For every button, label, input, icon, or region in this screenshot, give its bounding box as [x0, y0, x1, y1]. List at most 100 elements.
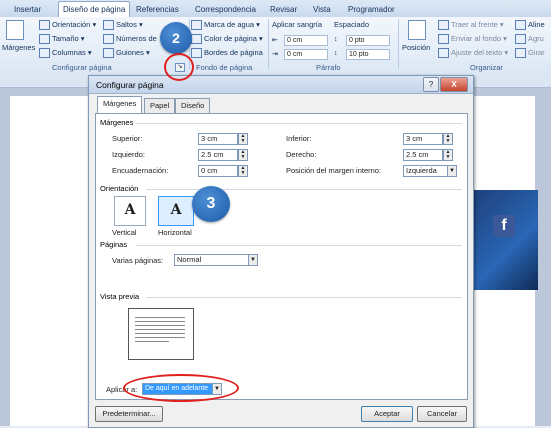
rotate-icon	[515, 48, 526, 59]
facebook-icon: f	[493, 215, 515, 237]
gutter-input[interactable]: 0 cm	[198, 165, 238, 177]
section-divider	[146, 189, 462, 190]
step-3-callout: 3	[192, 186, 230, 222]
multiple-pages-label: Varias páginas:	[112, 256, 164, 265]
right-margin-input[interactable]: 2.5 cm	[403, 149, 443, 161]
left-margin-label: Izquierdo:	[112, 150, 145, 159]
background-group-label: Fondo de página	[196, 63, 253, 72]
hyphenation-icon	[103, 48, 114, 59]
landscape-icon: A	[170, 202, 182, 218]
line-numbers-icon	[103, 34, 114, 45]
section-divider	[136, 245, 462, 246]
set-default-button[interactable]: Predeterminar...	[95, 406, 163, 422]
portrait-option[interactable]: A	[114, 196, 146, 226]
line-numbers-button[interactable]: Números de línea	[103, 34, 159, 45]
top-margin-input[interactable]: 3 cm	[198, 133, 238, 145]
gutter-position-label: Posición del margen interno:	[286, 166, 382, 175]
breaks-button[interactable]: Saltos ▾	[103, 20, 143, 31]
page-color-button[interactable]: Color de página ▾	[191, 34, 263, 45]
indent-right-input[interactable]: 0 cm	[284, 49, 328, 60]
margins-button-label[interactable]: Márgenes	[2, 43, 35, 53]
send-to-back-button[interactable]: Enviar al fondo ▾	[438, 34, 507, 45]
text-wrap-icon	[438, 48, 449, 59]
apply-to-highlight-ring	[123, 374, 239, 402]
ribbon-tab-bar: Insertar Diseño de página Referencias Co…	[0, 0, 551, 18]
size-button[interactable]: Tamaño ▾	[39, 34, 85, 45]
tab-programador[interactable]: Programador	[348, 3, 395, 16]
bottom-margin-spinner[interactable]: ▲ ▼	[443, 133, 453, 145]
help-button[interactable]: ?	[423, 77, 439, 92]
left-margin-spinner[interactable]: ▲ ▼	[238, 149, 248, 161]
cancel-button[interactable]: Cancelar	[417, 406, 467, 422]
tab-diseno-de-pagina[interactable]: Diseño de página	[58, 1, 131, 18]
watermark-icon	[191, 20, 202, 31]
dialog-titlebar[interactable]: Configurar página ? X	[89, 76, 473, 94]
right-margin-spinner[interactable]: ▲ ▼	[443, 149, 453, 161]
align-button[interactable]: Aline	[515, 20, 545, 31]
orientation-button[interactable]: Orientación ▾	[39, 20, 96, 31]
left-margin-input[interactable]: 2.5 cm	[198, 149, 238, 161]
columns-button[interactable]: Columnas ▾	[39, 48, 92, 59]
align-icon	[515, 20, 526, 31]
position-button-label[interactable]: Posición	[402, 43, 430, 53]
portrait-icon: A	[124, 202, 136, 218]
group-icon	[515, 34, 526, 45]
preview-section-title: Vista previa	[100, 292, 140, 301]
indent-label: Aplicar sangría	[272, 20, 323, 29]
size-icon	[39, 34, 50, 45]
columns-icon	[39, 48, 50, 59]
page-color-icon	[191, 34, 202, 45]
tab-referencias[interactable]: Referencias	[136, 3, 179, 16]
portrait-label: Vertical	[112, 228, 137, 237]
launcher-highlight-ring	[164, 53, 194, 81]
spacing-before-icon: ↕	[334, 36, 338, 43]
section-divider	[136, 123, 462, 124]
margins-section-title: Márgenes	[100, 118, 134, 127]
top-margin-spinner[interactable]: ▲ ▼	[238, 133, 248, 145]
step-2-callout: 2	[160, 22, 192, 54]
margins-panel: Márgenes Superior: 3 cm ▲ ▼ Izquierdo: 2.…	[95, 113, 468, 400]
hyphenation-button[interactable]: Guiones ▾	[103, 48, 150, 59]
page-setup-dialog: Configurar página ? X Márgenes Papel Dis…	[88, 75, 474, 428]
dialog-title: Configurar página	[96, 80, 164, 90]
page-borders-icon	[191, 48, 202, 59]
group-separator	[398, 19, 399, 69]
indent-left-input[interactable]: 0 cm	[284, 35, 328, 46]
bottom-margin-label: Inferior:	[286, 134, 312, 143]
close-button[interactable]: X	[440, 77, 468, 92]
document-image[interactable]	[470, 190, 538, 290]
tab-revisar[interactable]: Revisar	[270, 3, 297, 16]
ok-button[interactable]: Aceptar	[361, 406, 413, 422]
spacing-after-input[interactable]: 10 pto	[346, 49, 390, 60]
spacing-label: Espaciado	[334, 20, 370, 29]
right-margin-label: Derecho:	[286, 150, 317, 159]
gutter-position-select[interactable]: Izquierda	[403, 165, 453, 177]
rotate-button[interactable]: Girar	[515, 48, 545, 59]
position-icon[interactable]	[408, 20, 426, 40]
indent-left-icon: ⇤	[272, 37, 278, 44]
tab-correspondencia[interactable]: Correspondencia	[195, 3, 256, 16]
arrange-group-label: Organizar	[470, 63, 503, 72]
chevron-down-icon[interactable]: ▼	[447, 165, 457, 177]
gutter-spinner[interactable]: ▲ ▼	[238, 165, 248, 177]
chevron-down-icon[interactable]: ▼	[248, 254, 258, 266]
tab-margenes[interactable]: Márgenes	[97, 96, 143, 114]
tab-vista[interactable]: Vista	[313, 3, 331, 16]
tab-insertar[interactable]: Insertar	[14, 3, 41, 16]
page-borders-button[interactable]: Bordes de página	[191, 48, 263, 59]
spacing-before-input[interactable]: 0 pto	[346, 35, 390, 46]
multiple-pages-select[interactable]: Normal	[174, 254, 252, 266]
tab-diseno[interactable]: Diseño	[175, 98, 211, 113]
top-margin-label: Superior:	[112, 134, 143, 143]
group-button[interactable]: Agru	[515, 34, 544, 45]
page-preview	[128, 308, 194, 360]
margins-icon[interactable]	[6, 20, 24, 40]
landscape-option[interactable]: A	[158, 196, 194, 226]
bring-to-front-button[interactable]: Traer al frente ▾	[438, 20, 504, 31]
tab-papel[interactable]: Papel	[144, 98, 176, 113]
bottom-margin-input[interactable]: 3 cm	[403, 133, 443, 145]
watermark-button[interactable]: Marca de agua ▾	[191, 20, 260, 31]
text-wrap-button[interactable]: Ajuste del texto ▾	[438, 48, 508, 59]
pages-section-title: Páginas	[100, 240, 128, 249]
bring-to-front-icon	[438, 20, 449, 31]
